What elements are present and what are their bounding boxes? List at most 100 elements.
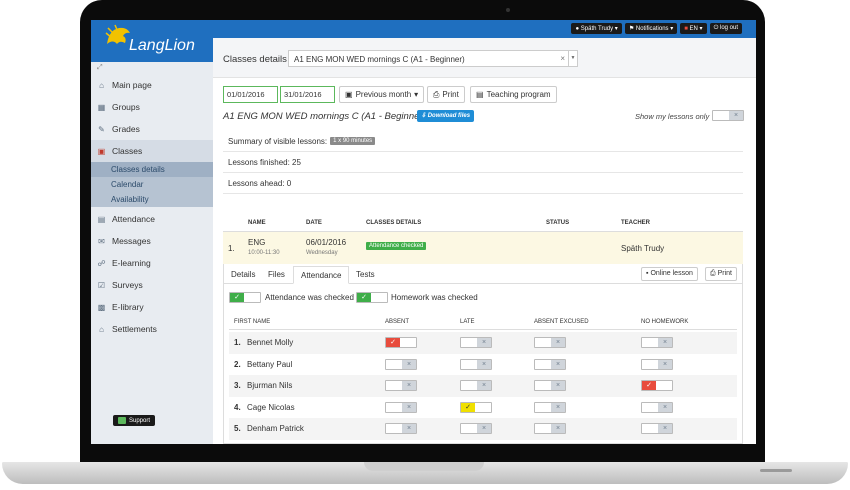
sidebar-item-settlements[interactable]: ⌂ Settlements — [91, 318, 213, 340]
sidebar-item-label: Grades — [112, 124, 140, 134]
print-button[interactable]: ⎙ Print — [427, 86, 465, 103]
sidebar-item-attendance[interactable]: ▤ Attendance — [91, 208, 213, 230]
nohw-toggle[interactable]: × — [641, 423, 673, 434]
download-files-label: Download files — [427, 113, 471, 119]
grades-icon: ✎ — [98, 124, 105, 134]
top-menu: ● Späth Trudy ▾ ⚑ Notifications ▾ ■ EN ▾… — [571, 23, 742, 34]
date-to-input[interactable]: 31/01/2016 — [280, 86, 335, 103]
page-title: Classes details — [223, 54, 287, 65]
tab-details[interactable]: Details — [224, 266, 262, 284]
lesson-weekday: Wednesday — [306, 250, 338, 256]
late-toggle[interactable]: × — [460, 423, 492, 434]
clear-icon[interactable]: × — [560, 54, 565, 63]
support-label: Support — [129, 417, 151, 424]
sidebar-item-classes[interactable]: ▣ Classes — [91, 140, 213, 162]
x-icon: × — [402, 359, 416, 369]
absent-toggle[interactable]: ✓ — [385, 337, 417, 348]
tab-attendance[interactable]: Attendance — [293, 266, 350, 284]
sidebar-item-elearning[interactable]: ☍ E-learning — [91, 252, 213, 274]
student-number: 1. — [234, 338, 241, 347]
excused-toggle[interactable]: × — [534, 337, 566, 348]
class-select-value: A1 ENG MON WED mornings C (A1 - Beginner… — [294, 55, 465, 64]
nohw-toggle[interactable]: × — [641, 401, 673, 413]
x-icon: × — [658, 424, 672, 433]
x-icon: × — [551, 381, 565, 390]
notifications-label: Notifications — [635, 26, 669, 32]
bank-icon: ⌂ — [99, 324, 104, 334]
notifications-menu[interactable]: ⚑ Notifications ▾ — [624, 23, 678, 34]
absent-toggle[interactable]: × — [385, 358, 417, 370]
download-files-button[interactable]: ⇩ Download files — [417, 110, 475, 122]
lessons-finished-text: Lessons finished: 25 — [228, 157, 301, 167]
late-toggle[interactable]: ✓ — [460, 401, 492, 413]
x-icon: × — [477, 381, 491, 390]
collapse-sidebar-icon[interactable]: ⤢ — [97, 64, 103, 72]
nohw-toggle[interactable]: × — [641, 337, 673, 348]
sidebar-item-label: Main page — [112, 80, 152, 90]
late-toggle[interactable]: × — [460, 380, 492, 391]
student-number: 2. — [234, 359, 241, 369]
summary-visible-label: Summary of visible lessons: — [228, 136, 328, 146]
show-my-lessons-label: Show my lessons only — [635, 112, 710, 121]
sidebar-item-main-page[interactable]: ⌂ Main page — [91, 74, 213, 96]
sidebar-item-messages[interactable]: ✉ Messages — [91, 230, 213, 252]
language-menu[interactable]: ■ EN ▾ — [680, 23, 707, 34]
absent-toggle[interactable]: × — [385, 423, 417, 434]
logo[interactable]: LangLion — [91, 20, 213, 62]
late-toggle[interactable]: × — [460, 337, 492, 348]
check-icon: ✓ — [461, 402, 475, 412]
sidebar-item-elibrary[interactable]: ▩ E-library — [91, 296, 213, 318]
late-toggle[interactable]: × — [460, 358, 492, 370]
homework-checked-toggle[interactable]: ✓ — [356, 292, 388, 303]
sidebar-item-label: Settlements — [112, 324, 157, 334]
course-title: A1 ENG MON WED mornings C (A1 - Beginner… — [223, 111, 426, 122]
col-absent-excused: ABSENT EXCUSED — [534, 319, 589, 325]
lesson-row[interactable]: 1. ENG 10:00-11:30 06/01/2016 Wednesday … — [223, 232, 743, 264]
excused-toggle[interactable]: × — [534, 358, 566, 370]
previous-month-button[interactable]: ▣ Previous month ▾ — [339, 86, 425, 103]
show-my-lessons-toggle[interactable]: × — [712, 110, 744, 121]
student-row: 6.Freeman Morgan×××× — [229, 440, 737, 445]
user-menu[interactable]: ● Späth Trudy ▾ — [571, 23, 622, 34]
sidebar-subitem-classes-details[interactable]: Classes details — [91, 162, 213, 177]
previous-month-label: Previous month — [355, 90, 412, 99]
attendance-checked-badge: Attendance checked — [366, 242, 427, 250]
sidebar-subitem-calendar[interactable]: Calendar — [91, 177, 213, 192]
nohw-toggle[interactable]: × — [641, 358, 673, 370]
absent-toggle[interactable]: × — [385, 401, 417, 413]
lesson-tabs: Details Files Attendance Tests ▪ Online … — [224, 264, 742, 284]
nohw-toggle[interactable]: ✓ — [641, 380, 673, 391]
tab-files[interactable]: Files — [261, 266, 292, 284]
x-icon: × — [729, 111, 743, 120]
col-name: NAME — [248, 220, 266, 226]
date-from-input[interactable]: 01/01/2016 — [223, 86, 278, 103]
excused-toggle[interactable]: × — [534, 380, 566, 391]
online-lesson-label: Online lesson — [650, 270, 693, 277]
sidebar-item-grades[interactable]: ✎ Grades — [91, 118, 213, 140]
class-select[interactable]: A1 ENG MON WED mornings C (A1 - Beginner… — [288, 50, 578, 67]
attendance-checked-toggle[interactable]: ✓ — [229, 292, 261, 303]
teaching-program-button[interactable]: ▤ Teaching program — [470, 86, 557, 103]
online-lesson-button[interactable]: ▪ Online lesson — [641, 267, 698, 281]
absent-toggle[interactable]: × — [385, 380, 417, 391]
page-header: Classes details A1 ENG MON WED mornings … — [213, 38, 756, 78]
user-name: Späth Trudy — [580, 26, 614, 32]
logout-button[interactable]: ⏻ log out — [709, 23, 742, 34]
tab-tests[interactable]: Tests — [349, 266, 382, 284]
excused-toggle[interactable]: × — [534, 401, 566, 413]
print-icon: ⎙ — [710, 270, 716, 277]
x-icon: × — [551, 424, 565, 433]
sidebar-item-groups[interactable]: ▦ Groups — [91, 96, 213, 118]
sidebar-item-label: Attendance — [112, 214, 156, 224]
support-button[interactable]: Support — [113, 415, 156, 426]
sidebar-subitem-availability[interactable]: Availability — [91, 192, 213, 207]
student-row: 3. Bjurman Nils × × × ✓ — [229, 375, 737, 397]
student-name: Denham Patrick — [247, 424, 304, 433]
library-icon: ▩ — [97, 302, 106, 312]
chevron-down-icon[interactable]: ▼ — [568, 51, 577, 66]
excused-toggle[interactable]: × — [534, 423, 566, 434]
x-icon: × — [658, 338, 672, 347]
panel-print-button[interactable]: ⎙ Print — [705, 267, 737, 281]
check-icon: ✓ — [642, 381, 656, 390]
sidebar-item-surveys[interactable]: ☑ Surveys — [91, 274, 213, 296]
